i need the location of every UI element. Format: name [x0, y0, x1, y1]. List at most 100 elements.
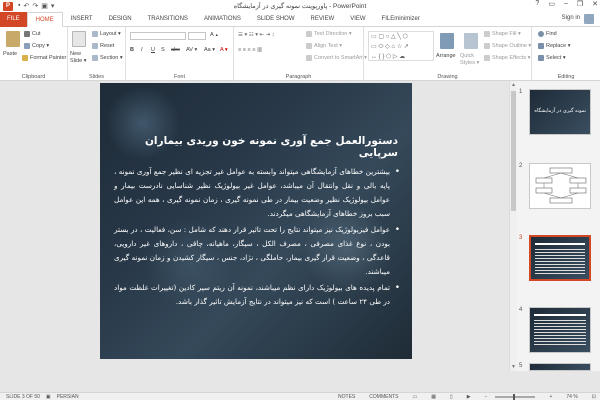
shape-effects-button[interactable]: Shape Effects ▾ — [484, 55, 530, 61]
thumbnail-image[interactable] — [529, 363, 591, 371]
tab-fileminimizer[interactable]: FILEminimizer — [374, 12, 428, 27]
cut-button[interactable]: Cut — [24, 31, 41, 37]
tab-home[interactable]: HOME — [26, 12, 63, 27]
slide-sorter-icon[interactable]: ▦ — [431, 394, 436, 400]
thumbnail-number: 4 — [519, 307, 523, 313]
shape-outline-button[interactable]: Shape Outline ▾ — [484, 43, 531, 49]
underline-button[interactable]: U — [151, 47, 155, 53]
arrange-button[interactable]: Arrange — [436, 53, 456, 59]
text-direction-icon — [306, 31, 312, 37]
notes-button[interactable]: NOTES — [338, 394, 355, 400]
slide-canvas[interactable]: دستورالعمل جمع آوری نمونه خون وریدی بیما… — [100, 83, 412, 359]
paragraph-group-label: Paragraph — [285, 74, 312, 80]
clipboard-group: Paste Cut Copy ▾ Format Painter Clipboar… — [0, 27, 68, 81]
change-case-button[interactable]: Aa ▾ — [204, 47, 215, 53]
tab-review[interactable]: REVIEW — [303, 12, 343, 27]
font-size-input[interactable] — [188, 32, 206, 40]
powerpoint-logo-icon: P — [3, 1, 13, 11]
convert-smartart-button[interactable]: Convert to SmartArt ▾ — [306, 55, 367, 61]
avatar[interactable] — [584, 14, 594, 24]
undo-icon[interactable]: ↶ — [23, 2, 29, 10]
main-area: دستورالعمل جمع آوری نمونه خون وریدی بیما… — [0, 81, 600, 392]
char-spacing-button[interactable]: AV ▾ — [186, 47, 197, 53]
minimize-button[interactable]: – — [564, 0, 568, 8]
select-label: Select ▾ — [546, 55, 566, 61]
editing-group: Find Replace ▾ Select ▾ Editing — [532, 27, 600, 81]
shadow-button[interactable]: S — [161, 47, 165, 53]
layout-label: Layout ▾ — [100, 31, 121, 37]
reset-button[interactable]: Reset — [92, 43, 114, 49]
find-button[interactable]: Find — [538, 31, 557, 37]
font-group: A ▴ B I U S abc AV ▾ Aa ▾ A ▾ Font — [126, 27, 234, 81]
slide-title[interactable]: دستورالعمل جمع آوری نمونه خون وریدی بیما… — [120, 135, 398, 159]
sign-in-link[interactable]: Sign in — [562, 15, 580, 21]
tab-file[interactable]: FILE — [0, 11, 27, 27]
spellcheck-icon[interactable]: ▣ — [46, 394, 51, 400]
zoom-slider[interactable] — [495, 393, 536, 400]
bullets-icon[interactable]: ☰ ▾ ☷ ▾ ⇤ ⇥ ↕ — [238, 32, 275, 38]
replace-button[interactable]: Replace ▾ — [538, 43, 570, 49]
zoom-level[interactable]: 74 % — [566, 394, 577, 400]
copy-button[interactable]: Copy ▾ — [24, 43, 49, 49]
ribbon: Paste Cut Copy ▾ Format Painter Clipboar… — [0, 27, 600, 81]
help-button[interactable]: ? — [535, 0, 539, 8]
thumbnail-image[interactable] — [529, 163, 591, 209]
copy-label: Copy ▾ — [32, 43, 50, 49]
ribbon-display-button[interactable]: ▭ — [548, 0, 555, 8]
zoom-in-icon[interactable]: + — [549, 394, 552, 400]
status-bar: SLIDE 3 OF 50 ▣ PERSIAN NOTES COMMENTS ▭… — [0, 392, 600, 400]
start-slideshow-icon[interactable]: ▣ — [41, 2, 48, 10]
font-color-button[interactable]: A ▾ — [220, 47, 228, 53]
save-icon[interactable]: ▪ — [18, 2, 20, 10]
convert-smartart-label: Convert to SmartArt ▾ — [314, 55, 367, 61]
paint-bucket-icon — [484, 31, 490, 37]
font-name-input[interactable] — [130, 32, 186, 40]
layout-icon — [92, 31, 98, 37]
shape-fill-button[interactable]: Shape Fill ▾ — [484, 31, 521, 37]
thumbnail-image[interactable]: نمونه گیری در آزمایشگاه — [529, 89, 591, 135]
thumbnail-image[interactable] — [529, 307, 591, 353]
shapes-gallery[interactable]: ▭ ▢ ○ △ ╲ ⬡ ▭ ⬭ ◇ ⌂ ☆ ↗ ↔ { } ⬠ ▷ ☁ — [368, 31, 434, 61]
tab-insert[interactable]: INSERT — [63, 12, 101, 27]
fit-slide-icon[interactable]: ⊡ — [592, 394, 596, 400]
drawing-group-label: Drawing — [437, 74, 458, 80]
align-text-icon — [306, 43, 312, 49]
slide-body[interactable]: بیشترین خطاهای آزمایشگاهی میتواند وابسته… — [114, 165, 400, 311]
normal-view-icon[interactable]: ▭ — [412, 394, 417, 400]
close-button[interactable]: ✕ — [592, 0, 598, 8]
slideshow-icon[interactable]: ▶ — [467, 394, 471, 400]
select-button[interactable]: Select ▾ — [538, 55, 566, 61]
tab-design[interactable]: DESIGN — [101, 12, 140, 27]
copy-icon — [24, 43, 30, 49]
customize-qat-icon[interactable]: ▾ — [51, 2, 55, 10]
restore-button[interactable]: ❐ — [577, 0, 583, 8]
vertical-scrollbar[interactable]: ▲ ▼ — [509, 81, 517, 371]
section-button[interactable]: Section ▾ — [92, 55, 123, 61]
italic-button[interactable]: I — [141, 47, 143, 53]
scrollbar-thumb[interactable] — [511, 91, 516, 211]
scroll-up-icon[interactable]: ▲ — [511, 82, 516, 88]
format-painter-button[interactable]: Format Painter — [22, 55, 66, 61]
scroll-down-icon[interactable]: ▼ — [511, 364, 516, 370]
strikethrough-button[interactable]: abc — [171, 47, 180, 53]
tab-slide-show[interactable]: SLIDE SHOW — [249, 12, 303, 27]
language-indicator[interactable]: PERSIAN — [57, 394, 79, 400]
zoom-out-icon[interactable]: − — [485, 394, 488, 400]
search-icon — [538, 31, 544, 37]
paste-button[interactable]: Paste — [3, 51, 17, 57]
new-slide-button[interactable]: New Slide ▾ — [70, 51, 92, 65]
redo-icon[interactable]: ↷ — [32, 2, 38, 10]
tab-view[interactable]: VIEW — [342, 12, 373, 27]
thumbnail-image-selected[interactable] — [529, 235, 591, 281]
align-text-button[interactable]: Align Text ▾ — [306, 43, 342, 49]
text-direction-button[interactable]: Text Direction ▾ — [306, 31, 352, 37]
comments-button[interactable]: COMMENTS — [369, 394, 398, 400]
grow-font-icon[interactable]: A ▴ — [210, 32, 218, 38]
tab-transitions[interactable]: TRANSITIONS — [140, 12, 196, 27]
layout-button[interactable]: Layout ▾ — [92, 31, 121, 37]
alignment-icons[interactable]: ≡ ≡ ≡ ≡ ▥ — [238, 47, 262, 53]
bold-button[interactable]: B — [130, 47, 134, 53]
tab-animations[interactable]: ANIMATIONS — [196, 12, 249, 27]
reading-view-icon[interactable]: ▯ — [450, 394, 453, 400]
quick-styles-button[interactable]: Quick Styles ▾ — [460, 53, 482, 67]
